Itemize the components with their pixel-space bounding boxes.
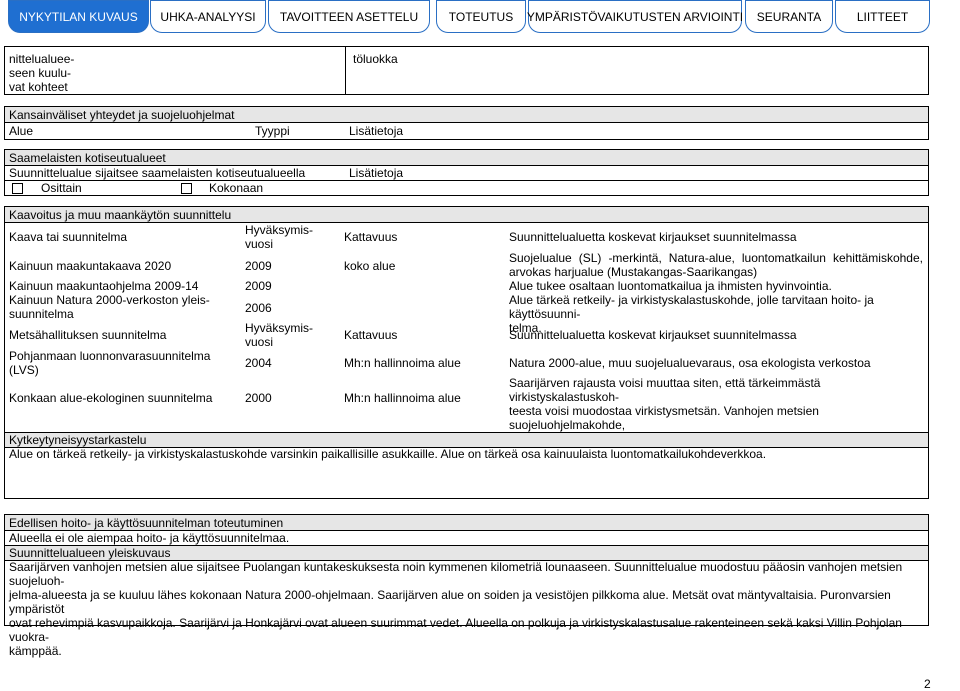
table-cell-entries: Natura 2000-alue, muu suojelualuevaraus,…	[509, 356, 871, 370]
column-header-entries: Suunnittelualuetta koskevat kirjaukset s…	[509, 230, 797, 244]
general-description-text: Saarijärven vanhojen metsien alue sijait…	[9, 560, 903, 658]
table-cell-year: 2009	[245, 259, 272, 273]
table-cell-coverage: Mh:n hallinnoima alue	[344, 356, 461, 370]
kokonaan-checkbox[interactable]	[181, 183, 192, 194]
section-title: Saamelaisten kotiseutualueet	[9, 151, 166, 165]
tab-uhka-analyysi[interactable]: UHKA-ANALYYSI	[150, 0, 266, 33]
table-cell-label: nittelualuee- seen kuulu- vat kohteet	[9, 52, 75, 94]
table-cell-coverage: koko alue	[344, 259, 396, 273]
column-header-coverage: Kattavuus	[344, 328, 398, 342]
kokonaan-label: Kokonaan	[209, 181, 264, 195]
column-header-alue: Alue	[9, 124, 34, 138]
column-header-lisatietoja: Lisätietoja	[349, 124, 404, 138]
table-cell-coverage: Mh:n hallinnoima alue	[344, 391, 461, 405]
column-header-entries: Suunnittelualuetta koskevat kirjaukset s…	[509, 328, 797, 342]
tab-seuranta[interactable]: SEURANTA	[745, 0, 833, 33]
column-header-mh-plan: Metsähallituksen suunnitelma	[9, 328, 167, 342]
table-cell-year: 2004	[245, 356, 272, 370]
section-title: Suunnittelualueen yleiskuvaus	[9, 546, 171, 560]
osittain-label: Osittain	[41, 181, 82, 195]
table-cell-label: töluokka	[353, 52, 398, 66]
tab-ymparistovaikutusten-arviointi[interactable]: YMPÄRISTÖVAIKUTUSTEN ARVIOINTI	[527, 0, 743, 33]
section-title: Kytkeytyneisyystarkastelu	[9, 433, 147, 447]
column-divider	[345, 47, 346, 94]
section-title: Edellisen hoito- ja käyttösuunnitelman t…	[9, 516, 284, 530]
tab-liitteet[interactable]: LIITTEET	[835, 0, 930, 33]
tab-tavoitteen-asettelu[interactable]: TAVOITTEEN ASETTELU	[268, 0, 430, 33]
previous-plan-section: Edellisen hoito- ja käyttösuunnitelman t…	[4, 514, 929, 658]
sami-location-label: Suunnittelualue sijaitsee saamelaisten k…	[9, 166, 306, 180]
table-cell-year: 2009	[245, 279, 272, 293]
table-cell-year: 2006	[245, 301, 272, 315]
sami-lisatietoja-label: Lisätietoja	[349, 166, 404, 180]
column-header-tyyppi: Tyyppi	[255, 124, 290, 138]
osittain-checkbox[interactable]	[12, 183, 23, 194]
table-cell-plan: Konkaan alue-ekologinen suunnitelma	[9, 391, 213, 405]
table-cell-plan: Kainuun maakuntaohjelma 2009-14	[9, 279, 199, 293]
section-title: Kansainväliset yhteydet ja suojeluohjelm…	[9, 108, 235, 122]
column-header-coverage: Kattavuus	[344, 230, 398, 244]
divider	[5, 180, 928, 181]
tab-nykytilan-kuvaus[interactable]: NYKYTILAN KUVAUS	[8, 0, 149, 33]
target-classes-table: nittelualuee- seen kuulu- vat kohteet tö…	[4, 46, 929, 95]
international-section: Kansainväliset yhteydet ja suojeluohjelm…	[4, 106, 929, 140]
table-cell-year: 2000	[245, 391, 272, 405]
page-number: 2	[924, 677, 931, 691]
tab-toteutus[interactable]: TOTEUTUS	[436, 0, 526, 33]
column-header-year: Hyväksymis- vuosi	[245, 321, 313, 349]
zoning-section: Kaavoitus ja muu maankäytön suunnittelu …	[4, 206, 929, 499]
column-header-plan: Kaava tai suunnitelma	[9, 230, 128, 244]
previous-plan-text: Alueella ei ole aiempaa hoito- ja käyttö…	[9, 531, 290, 545]
table-cell-plan: Kainuun maakuntakaava 2020	[9, 259, 172, 273]
column-header-year: Hyväksymis- vuosi	[245, 223, 313, 251]
section-title: Kaavoitus ja muu maankäytön suunnittelu	[9, 208, 232, 222]
top-navigation: NYKYTILAN KUVAUS UHKA-ANALYYSI TAVOITTEE…	[0, 0, 960, 34]
table-cell-entries: Suojelualue (SL) -merkintä, Natura-alue,…	[509, 251, 923, 279]
table-cell-plan: Kainuun Natura 2000-verkoston yleis- suu…	[9, 293, 210, 321]
sami-homeland-section: Saamelaisten kotiseutualueet Suunnittelu…	[4, 149, 929, 196]
table-cell-entries: Alue tukee osaltaan luontomatkailua ja i…	[509, 279, 832, 293]
connectivity-text: Alue on tärkeä retkeily- ja virkistyskal…	[9, 447, 767, 461]
table-cell-plan: Pohjanmaan luonnonvarasuunnitelma (LVS)	[9, 349, 211, 377]
